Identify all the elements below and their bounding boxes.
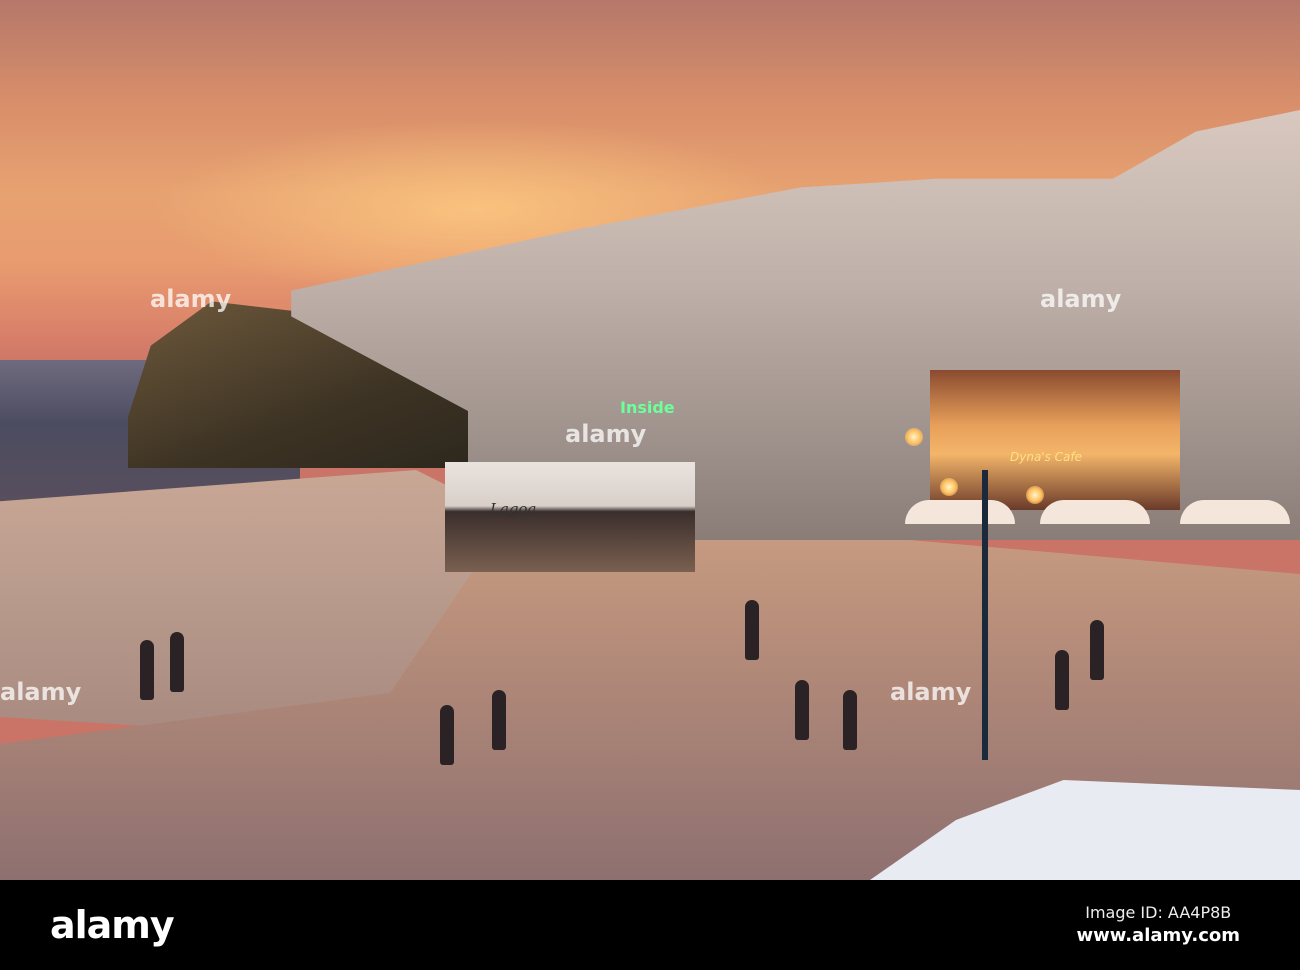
person <box>492 690 506 750</box>
watermark: alamy <box>1040 285 1122 313</box>
umbrella <box>905 500 1015 524</box>
person <box>1090 620 1104 680</box>
footer-info: Image ID: AA4P8B www.alamy.com <box>1076 902 1240 948</box>
watermark: alamy <box>890 678 972 706</box>
person <box>170 632 184 692</box>
stage: Lagoa <box>445 462 695 572</box>
umbrella <box>1180 500 1290 524</box>
person <box>745 600 759 660</box>
person <box>140 640 154 700</box>
person <box>440 705 454 765</box>
stage-sign: Lagoa <box>490 500 537 518</box>
cafe-sign: Dyna's Cafe <box>1010 450 1083 464</box>
site-url[interactable]: www.alamy.com <box>1076 924 1240 948</box>
cafe: Dyna's Cafe <box>930 370 1180 510</box>
person <box>843 690 857 750</box>
image-id: Image ID: AA4P8B <box>1085 903 1232 922</box>
stock-photo-page: Lagoa Inside Dyna's Cafe alamy alamy ala… <box>0 0 1300 970</box>
street-lamp <box>940 478 958 496</box>
street-lamp-pole <box>982 470 988 760</box>
alamy-logo: alamy <box>50 903 175 947</box>
person <box>1055 650 1069 710</box>
club-sign: Inside <box>620 398 675 417</box>
person <box>795 680 809 740</box>
street-lamp <box>905 428 923 446</box>
watermark: alamy <box>565 420 647 448</box>
footer-bar: alamy Image ID: AA4P8B www.alamy.com <box>0 880 1300 970</box>
watermark: alamy <box>150 285 232 313</box>
watermark: alamy <box>0 678 82 706</box>
street-lamp <box>1026 486 1044 504</box>
beach-town-sunset-photo: Lagoa Inside Dyna's Cafe alamy alamy ala… <box>0 0 1300 880</box>
umbrella <box>1040 500 1150 524</box>
